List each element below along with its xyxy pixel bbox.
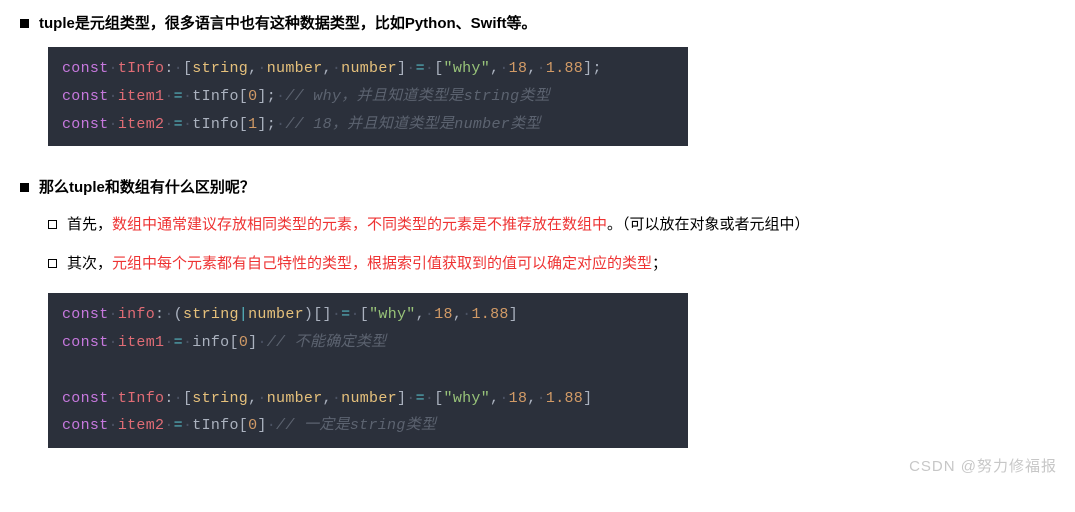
heading-2: 那么tuple和数组有什么区别呢？ xyxy=(39,174,255,201)
list-item: 首先，数组中通常建议存放相同类型的元素，不同类型的元素是不推荐放在数组中。（可以… xyxy=(48,211,1055,238)
heading-row-1: tuple是元组类型，很多语言中也有这种数据类型，比如Python、Swift等… xyxy=(20,10,1055,37)
heading-row-2: 那么tuple和数组有什么区别呢？ xyxy=(20,174,1055,201)
outline-square-icon xyxy=(48,220,57,229)
watermark: CSDN @努力修福报 xyxy=(909,453,1057,480)
outline-square-icon xyxy=(48,259,57,268)
section-tuple-intro: tuple是元组类型，很多语言中也有这种数据类型，比如Python、Swift等… xyxy=(20,10,1055,146)
list-item-text: 其次，元组中每个元素都有自己特性的类型，根据索引值获取到的值可以确定对应的类型； xyxy=(67,250,667,277)
filled-square-icon xyxy=(20,19,29,28)
list-item-text: 首先，数组中通常建议存放相同类型的元素，不同类型的元素是不推荐放在数组中。（可以… xyxy=(67,211,810,238)
code-comment: // why，并且知道类型是string类型 xyxy=(285,88,550,105)
sub-list: 首先，数组中通常建议存放相同类型的元素，不同类型的元素是不推荐放在数组中。（可以… xyxy=(48,211,1055,277)
code-keyword: const xyxy=(62,60,109,77)
filled-square-icon xyxy=(20,183,29,192)
list-item: 其次，元组中每个元素都有自己特性的类型，根据索引值获取到的值可以确定对应的类型； xyxy=(48,250,1055,277)
code-block-1: const·tInfo:·[string,·number,·number]·=·… xyxy=(48,47,688,146)
section-tuple-vs-array: 那么tuple和数组有什么区别呢？ 首先，数组中通常建议存放相同类型的元素，不同… xyxy=(20,174,1055,448)
code-variable: tInfo xyxy=(118,60,165,77)
heading-1: tuple是元组类型，很多语言中也有这种数据类型，比如Python、Swift等… xyxy=(39,10,537,37)
code-block-2: const·info:·(string|number)[]·=·["why",·… xyxy=(48,293,688,448)
code-comment: // 18，并且知道类型是number类型 xyxy=(285,116,540,133)
